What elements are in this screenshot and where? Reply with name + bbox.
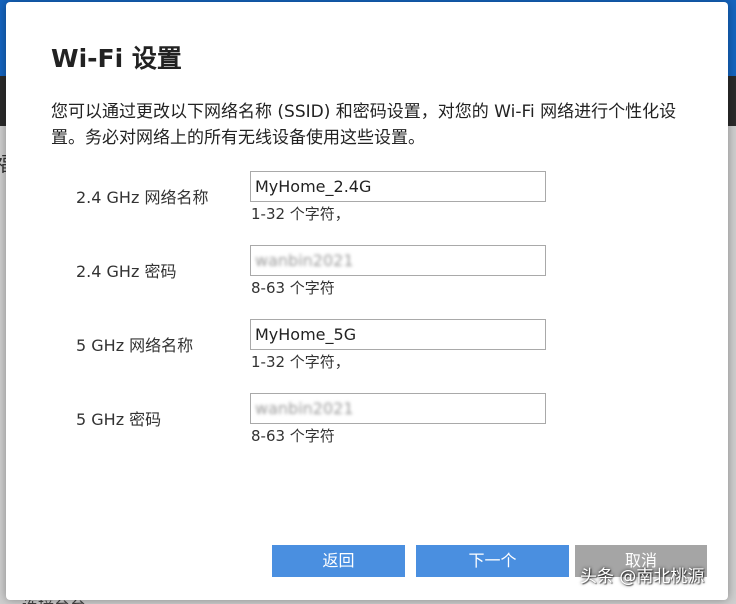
password-24-hint: 8-63 个字符 — [251, 279, 335, 297]
dialog-title: Wi-Fi 设置 — [51, 44, 182, 73]
wifi-settings-dialog: Wi-Fi 设置 您可以通过更改以下网络名称 (SSID) 和密码设置，对您的 … — [6, 2, 728, 600]
ssid-5-label: 5 GHz 网络名称 — [76, 336, 194, 355]
ssid-5-hint: 1-32 个字符， — [251, 353, 350, 371]
ssid-5-input[interactable]: MyHome_5G — [250, 319, 546, 350]
password-5-value: wanbin2021 — [255, 399, 354, 418]
dialog-description: 您可以通过更改以下网络名称 (SSID) 和密码设置，对您的 Wi-Fi 网络进… — [51, 102, 677, 148]
watermark: 头条 @南北桃源 — [580, 567, 705, 587]
password-24-input[interactable]: wanbin2021 — [250, 245, 546, 276]
password-5-label: 5 GHz 密码 — [76, 410, 162, 429]
ssid-24-hint: 1-32 个字符， — [251, 205, 350, 223]
ssid-24-label: 2.4 GHz 网络名称 — [76, 188, 209, 207]
password-24-label: 2.4 GHz 密码 — [76, 262, 177, 281]
password-5-input[interactable]: wanbin2021 — [250, 393, 546, 424]
password-24-value: wanbin2021 — [255, 251, 354, 270]
ssid-24-input[interactable]: MyHome_2.4G — [250, 171, 546, 202]
next-button[interactable]: 下一个 — [416, 545, 569, 577]
back-button[interactable]: 返回 — [272, 545, 405, 577]
password-5-hint: 8-63 个字符 — [251, 427, 335, 445]
